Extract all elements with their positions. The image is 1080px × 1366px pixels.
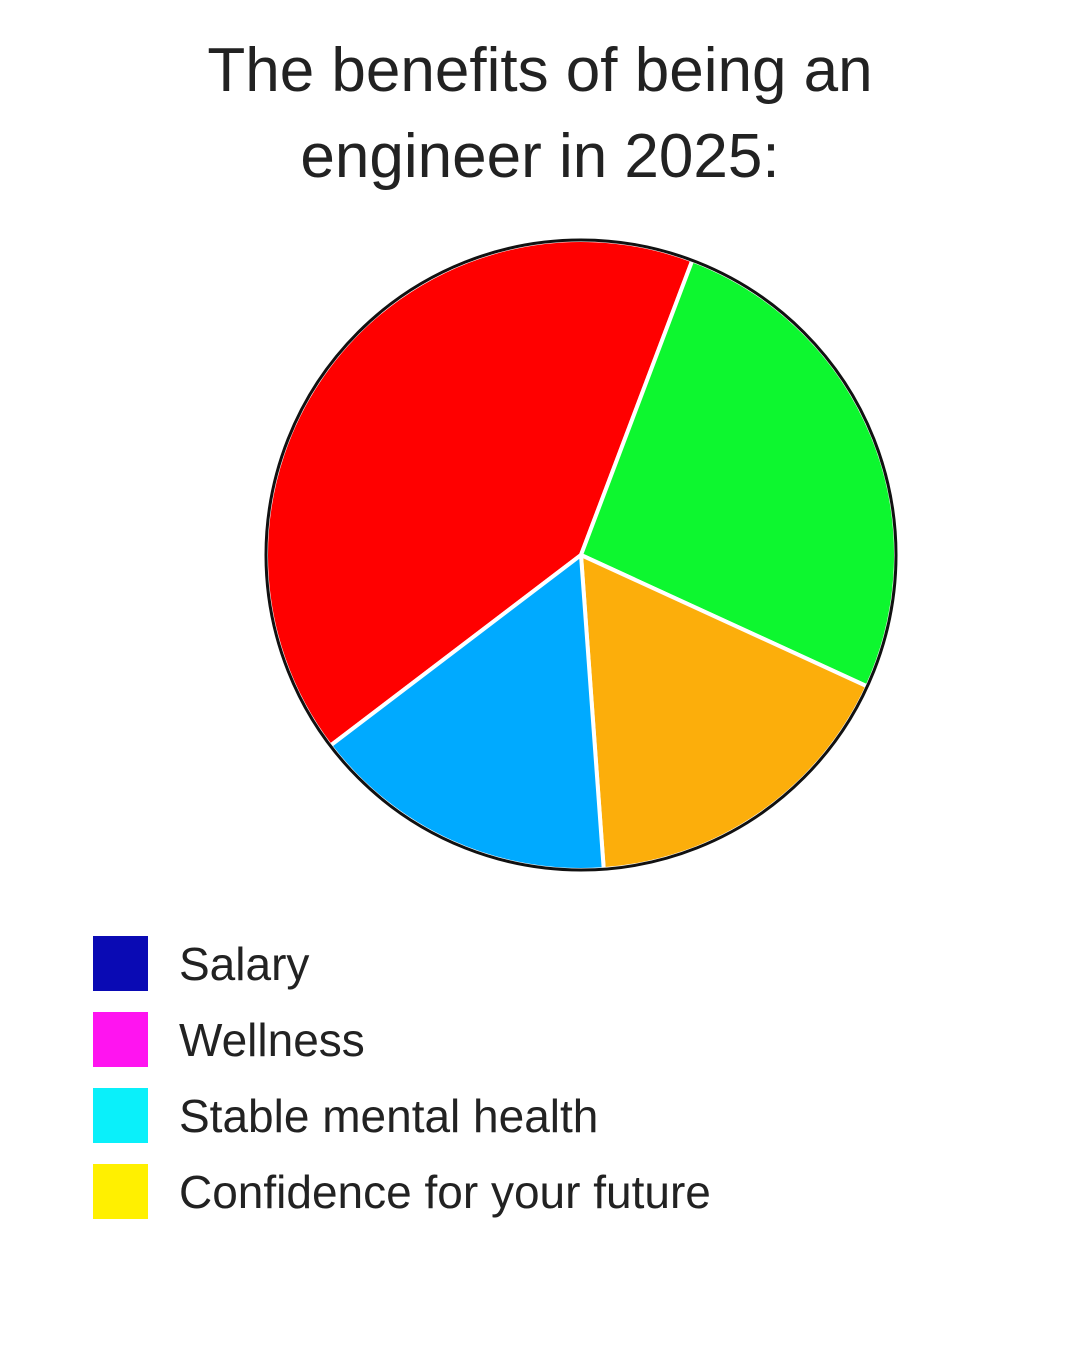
legend-label-wellness: Wellness: [179, 1014, 365, 1066]
legend-swatch-wellness: [93, 1012, 148, 1067]
legend-item-salary: Salary: [93, 932, 993, 1008]
legend-item-confidence: Confidence for your future: [93, 1160, 993, 1236]
legend-swatch-salary: [93, 936, 148, 991]
legend-item-stable-mental-health: Stable mental health: [93, 1084, 993, 1160]
legend-item-wellness: Wellness: [93, 1008, 993, 1084]
legend-label-confidence: Confidence for your future: [179, 1166, 711, 1218]
legend-label-salary: Salary: [179, 938, 310, 990]
legend-swatch-confidence: [93, 1164, 148, 1219]
legend-swatch-stable-mental-health: [93, 1088, 148, 1143]
legend: Salary Wellness Stable mental health Con…: [93, 932, 993, 1236]
legend-label-stable-mental-health: Stable mental health: [179, 1090, 599, 1142]
